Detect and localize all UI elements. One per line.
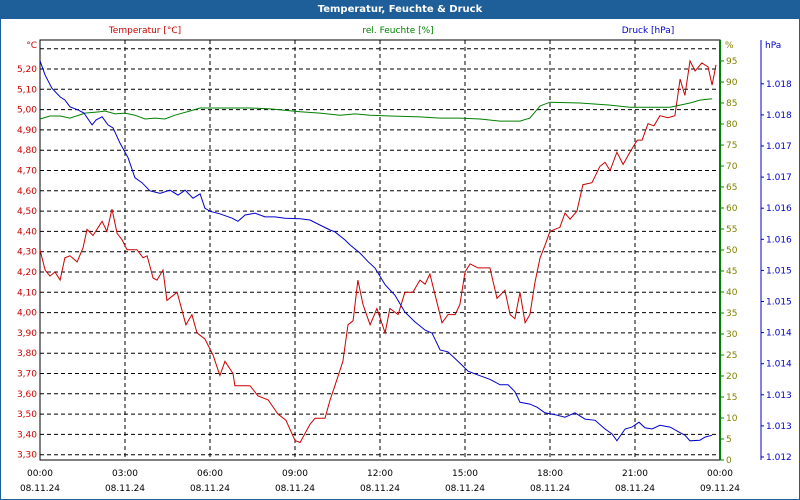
x-tick-time-label: 12:00 (367, 469, 393, 479)
temperature-tick-label: 5,20 (17, 65, 37, 75)
humidity-tick-label: 55 (726, 225, 737, 235)
temperature-tick-label: 4,50 (17, 207, 37, 217)
pressure-tick-label: 1.015 (766, 298, 792, 308)
humidity-tick-label: 30 (726, 330, 738, 340)
temperature-tick-label: 4,80 (17, 146, 37, 156)
temperature-tick-label: 4,10 (17, 288, 37, 298)
pressure-tick-label: 1.017 (766, 173, 792, 183)
pressure-tick-label: 1.018 (766, 111, 792, 121)
humidity-tick-label: 5 (726, 435, 732, 445)
x-tick-date-label: 08.11.24 (105, 484, 145, 494)
pressure-tick-label: 1.012 (766, 453, 792, 463)
humidity-series-label: rel. Feuchte [%] (362, 26, 433, 36)
humidity-tick-label: 45 (726, 267, 737, 277)
temperature-tick-label: 3,30 (17, 451, 37, 461)
temperature-tick-label: 4,40 (17, 227, 37, 237)
x-tick-date-label: 08.11.24 (445, 484, 485, 494)
x-tick-time-label: 21:00 (622, 469, 648, 479)
temperature-tick-label: 3,50 (17, 410, 37, 420)
pressure-series-label: Druck [hPa] (622, 26, 675, 36)
pressure-tick-label: 1.016 (766, 235, 792, 245)
humidity-tick-label: 25 (726, 351, 737, 361)
x-tick-time-label: 15:00 (452, 469, 478, 479)
temperature-tick-label: 5,00 (17, 106, 37, 116)
temperature-tick-label: 3,80 (17, 349, 37, 359)
x-tick-date-label: 08.11.24 (20, 484, 60, 494)
humidity-tick-label: 20 (726, 372, 738, 382)
temperature-series-label: Temperatur [°C] (108, 26, 181, 36)
x-tick-date-label: 08.11.24 (190, 484, 230, 494)
temperature-unit-label: °C (26, 41, 37, 51)
temperature-tick-label: 4,30 (17, 248, 37, 258)
x-tick-time-label: 03:00 (112, 469, 138, 479)
humidity-tick-label: 10 (726, 414, 738, 424)
temperature-tick-label: 4,60 (17, 187, 37, 197)
x-tick-date-label: 09.11.24 (700, 484, 740, 494)
temperature-tick-label: 4,70 (17, 167, 37, 177)
x-tick-date-label: 08.11.24 (530, 484, 570, 494)
pressure-tick-label: 1.017 (766, 142, 792, 152)
x-tick-time-label: 06:00 (197, 469, 223, 479)
pressure-tick-label: 1.014 (766, 360, 792, 370)
humidity-tick-label: 85 (726, 99, 737, 109)
temperature-tick-label: 3,60 (17, 390, 37, 400)
humidity-tick-label: 95 (726, 57, 737, 67)
temperature-tick-label: 4,90 (17, 126, 37, 136)
temperature-tick-label: 3,70 (17, 370, 37, 380)
chart-svg: Temperatur [°C] rel. Feuchte [%] Druck [… (17, 26, 792, 494)
x-tick-date-label: 08.11.24 (275, 484, 315, 494)
pressure-tick-label: 1.018 (766, 80, 792, 90)
x-tick-time-label: 09:00 (282, 469, 308, 479)
x-tick-time-label: 00:00 (27, 469, 53, 479)
temperature-tick-label: 4,00 (17, 309, 37, 319)
temperature-tick-label: 4,20 (17, 268, 37, 278)
temperature-tick-label: 3,90 (17, 329, 37, 339)
humidity-tick-label: 90 (726, 78, 738, 88)
pressure-tick-label: 1.015 (766, 266, 792, 276)
pressure-tick-label: 1.016 (766, 204, 792, 214)
humidity-tick-label: 15 (726, 393, 737, 403)
humidity-unit-label: % (725, 41, 734, 51)
humidity-tick-label: 80 (726, 120, 738, 130)
temperature-tick-label: 5,10 (17, 85, 37, 95)
humidity-tick-label: 70 (726, 162, 738, 172)
pressure-tick-label: 1.014 (766, 329, 792, 339)
pressure-tick-label: 1.013 (766, 391, 792, 401)
humidity-tick-label: 35 (726, 309, 737, 319)
pressure-tick-label: 1.013 (766, 422, 792, 432)
humidity-tick-label: 65 (726, 183, 737, 193)
pressure-unit-label: hPa (765, 41, 781, 51)
humidity-tick-label: 40 (726, 288, 738, 298)
humidity-tick-label: 75 (726, 141, 737, 151)
temperature-tick-label: 3,40 (17, 430, 37, 440)
x-tick-date-label: 08.11.24 (360, 484, 400, 494)
humidity-tick-label: 0 (726, 456, 732, 466)
humidity-tick-label: 50 (726, 246, 738, 256)
x-tick-time-label: 18:00 (537, 469, 563, 479)
x-tick-time-label: 00:00 (707, 469, 733, 479)
humidity-tick-label: 60 (726, 204, 738, 214)
x-tick-date-label: 08.11.24 (615, 484, 655, 494)
